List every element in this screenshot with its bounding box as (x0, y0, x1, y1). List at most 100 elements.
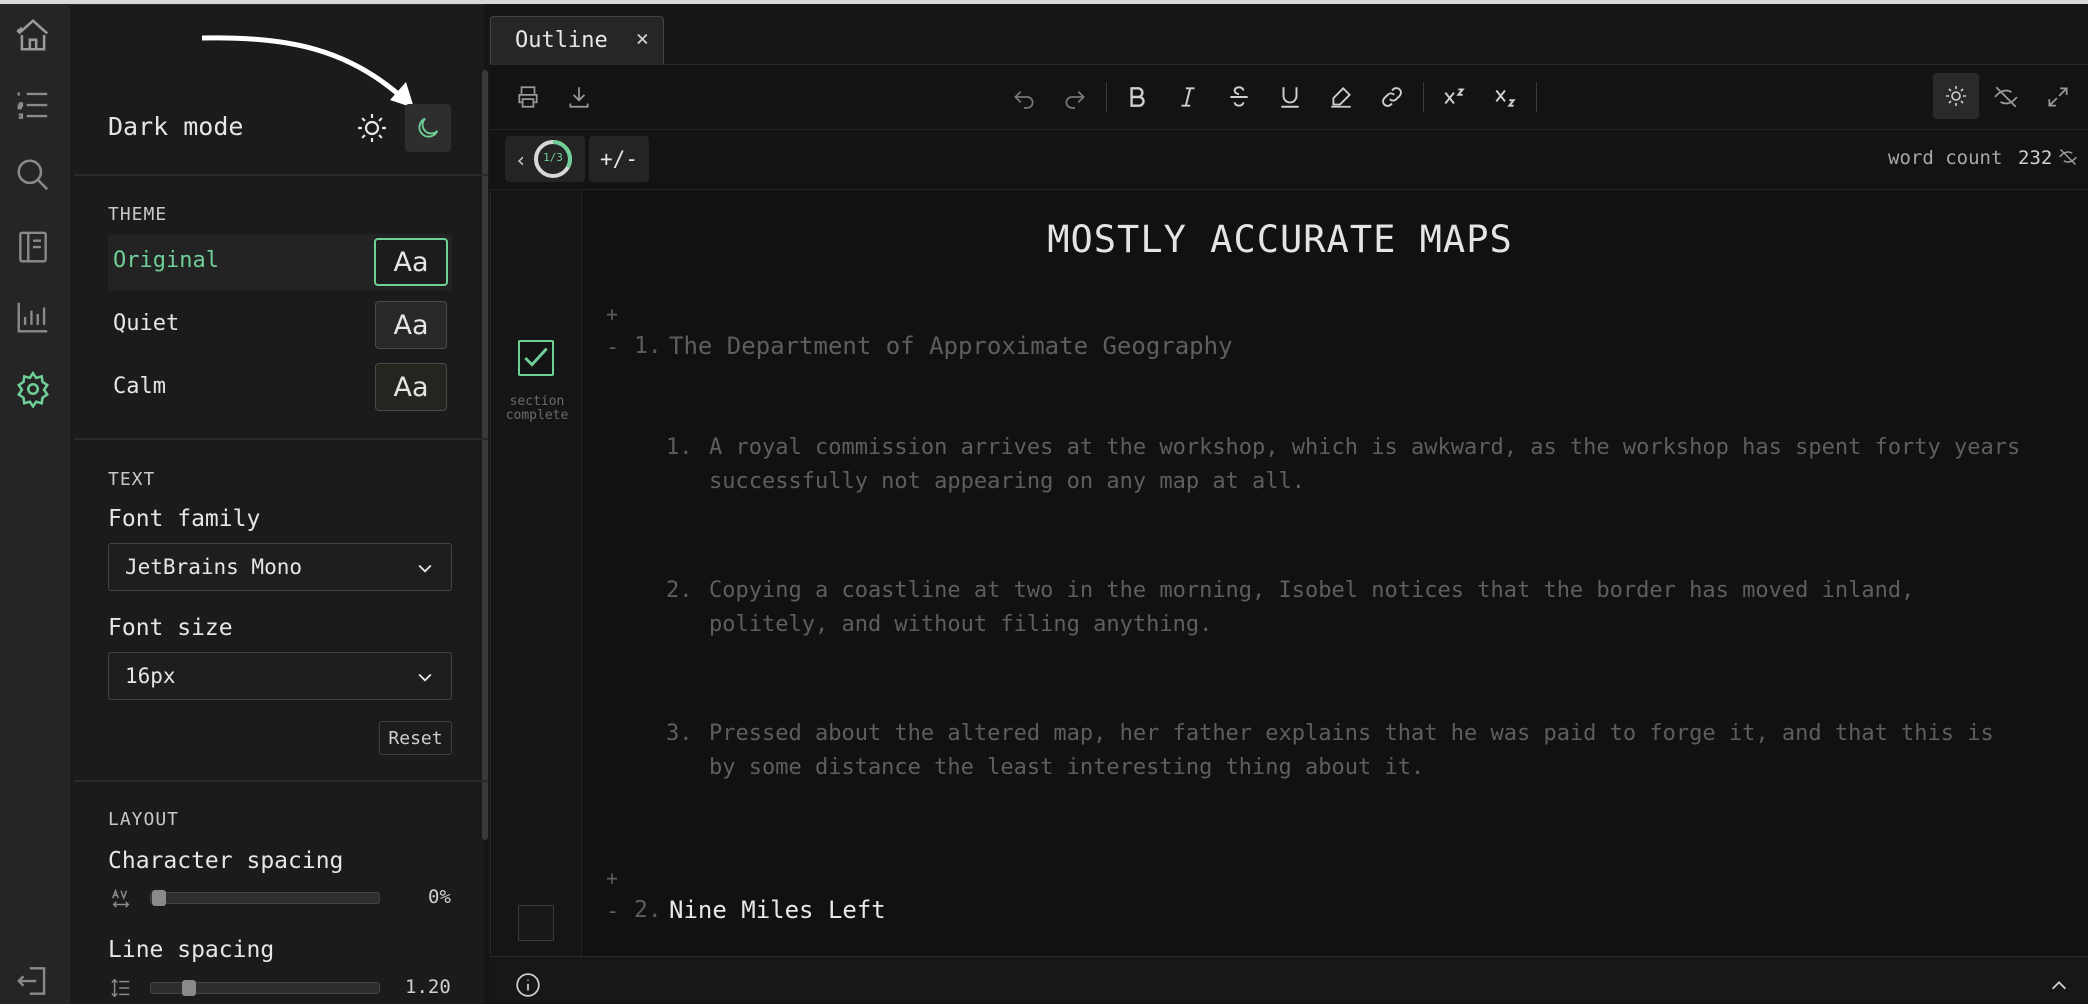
expand-collapse-button[interactable]: +/- (589, 136, 649, 182)
theme-name-quiet[interactable]: Quiet (113, 311, 179, 336)
list-item-line[interactable]: A royal commission arrives at the worksh… (709, 430, 2020, 465)
redo-icon[interactable] (1055, 77, 1095, 117)
list-item-line[interactable]: politely, and without filing anything. (709, 607, 1212, 642)
hide-eye-icon[interactable] (1986, 77, 2026, 117)
divider (74, 174, 488, 176)
toolbar-separator (1423, 82, 1424, 112)
checkmark-icon (524, 347, 548, 367)
list-item-line[interactable]: Copying a coastline at two in the mornin… (709, 573, 1914, 608)
list-item-line[interactable]: successfully not appearing on any map at… (709, 464, 1305, 499)
section-checkbox[interactable] (518, 905, 554, 941)
section-status-label: section complete (505, 394, 569, 423)
editor-footer (490, 956, 2088, 1004)
chevron-up-icon[interactable] (2048, 975, 2070, 997)
home-icon[interactable] (12, 14, 54, 56)
add-section-button[interactable]: + (606, 302, 618, 326)
fullscreen-icon[interactable] (2038, 77, 2078, 117)
section-number: 1. (634, 333, 662, 359)
list-item-number: 3. (666, 721, 693, 746)
line-spacing-slider-handle[interactable] (181, 980, 196, 996)
font-size-value: 16px (125, 664, 176, 688)
add-section-button[interactable]: + (606, 866, 618, 890)
character-spacing-value: 0% (428, 886, 451, 908)
section-heading[interactable]: The Department of Approximate Geography (669, 332, 1233, 360)
divider (74, 780, 488, 782)
collapse-section-button[interactable]: - (606, 899, 619, 924)
logout-icon[interactable] (12, 960, 54, 1002)
notebook-icon[interactable] (12, 226, 54, 268)
superscript-icon[interactable] (1434, 77, 1474, 117)
font-family-select[interactable]: JetBrains Mono (108, 543, 452, 591)
strikethrough-icon[interactable] (1219, 77, 1259, 117)
highlighter-icon[interactable] (1321, 77, 1361, 117)
outline-subbar (490, 130, 2088, 190)
tab-outline[interactable]: Outline × (490, 16, 664, 64)
font-family-label: Font family (108, 506, 261, 532)
tab-bar (490, 4, 2088, 64)
word-count-label: word count (1888, 147, 2003, 169)
link-icon[interactable] (1372, 77, 1412, 117)
chevron-down-icon (418, 564, 432, 573)
section-gutter (492, 190, 582, 956)
underline-icon[interactable] (1270, 77, 1310, 117)
theme-name-calm[interactable]: Calm (113, 374, 166, 399)
document-title[interactable]: MOSTLY ACCURATE MAPS (600, 218, 1960, 261)
character-spacing-slider-handle[interactable] (152, 890, 166, 906)
moon-icon (418, 117, 439, 138)
word-count-value: 232 (2018, 147, 2053, 169)
line-spacing-label: Line spacing (108, 937, 275, 963)
word-count-hide-icon[interactable] (2058, 147, 2078, 167)
print-icon[interactable] (508, 77, 548, 117)
chevron-left-icon[interactable]: ‹ (515, 148, 527, 172)
dark-mode-moon-button[interactable] (405, 104, 451, 152)
theme-sample-quiet[interactable]: Aa (375, 301, 447, 349)
list-item-line[interactable]: by some distance the least interesting t… (709, 750, 1424, 785)
layout-section-title: LAYOUT (108, 809, 180, 830)
theme-sample-calm[interactable]: Aa (375, 363, 447, 411)
toolbar-separator (1536, 82, 1537, 112)
tab-outline-label: Outline (515, 28, 608, 53)
reset-button[interactable]: Reset (379, 721, 452, 755)
section-heading[interactable]: Nine Miles Left (669, 896, 886, 924)
bold-icon[interactable] (1117, 77, 1157, 117)
character-spacing-slider[interactable] (150, 892, 380, 904)
stats-chart-icon[interactable] (12, 296, 54, 338)
toolbar-separator (1106, 82, 1107, 112)
download-icon[interactable] (559, 77, 599, 117)
character-spacing-label: Character spacing (108, 848, 344, 874)
text-section-title: TEXT (108, 469, 156, 490)
section-complete-checkbox[interactable] (518, 340, 554, 376)
sun-icon (1946, 86, 1966, 106)
letter-spacing-icon (110, 888, 132, 910)
line-spacing-value: 1.20 (405, 976, 451, 998)
font-size-select[interactable]: 16px (108, 652, 452, 700)
progress-label: 1/3 (543, 151, 563, 164)
settings-scrollbar[interactable] (482, 70, 488, 840)
subscript-icon[interactable] (1485, 77, 1525, 117)
collapse-section-button[interactable]: - (606, 335, 619, 360)
undo-icon[interactable] (1004, 77, 1044, 117)
font-family-value: JetBrains Mono (125, 555, 303, 579)
dark-mode-label: Dark mode (108, 112, 244, 141)
italic-icon[interactable] (1168, 77, 1208, 117)
line-spacing-icon (110, 977, 132, 999)
light-preview-button[interactable] (1933, 73, 1979, 119)
theme-name-original: Original (113, 248, 219, 273)
theme-section-title: THEME (108, 204, 168, 225)
font-size-label: Font size (108, 615, 233, 641)
section-number: 2. (634, 897, 662, 923)
tab-close-icon[interactable]: × (636, 27, 649, 52)
light-mode-sun-icon[interactable] (352, 108, 392, 148)
theme-sample-original[interactable]: Aa (374, 238, 448, 286)
info-icon[interactable] (515, 972, 541, 998)
editor-area (490, 64, 2088, 1004)
list-item-line[interactable]: Pressed about the altered map, her fathe… (709, 716, 1994, 751)
settings-gear-icon[interactable] (12, 368, 54, 410)
list-item-number: 2. (666, 578, 693, 603)
search-icon[interactable] (12, 154, 54, 196)
annotation-arrow-icon (201, 35, 414, 108)
chevron-down-icon (418, 673, 432, 682)
outline-list-icon[interactable] (12, 84, 54, 126)
list-item-number: 1. (666, 435, 693, 460)
divider (74, 438, 488, 440)
